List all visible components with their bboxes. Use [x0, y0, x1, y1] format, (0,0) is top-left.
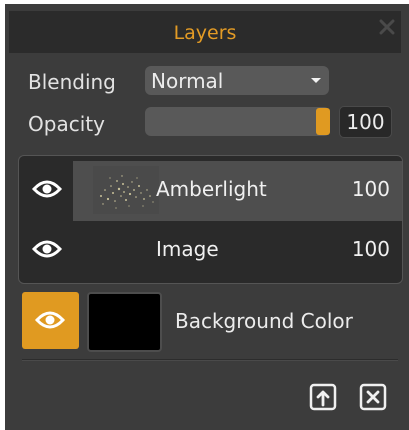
blending-value: Normal — [151, 69, 224, 93]
speckle-thumbnail — [93, 166, 159, 214]
opacity-slider[interactable] — [145, 107, 330, 136]
layers-list: Amberlight 100 Image 100 — [18, 155, 403, 284]
background-color-swatch[interactable] — [87, 292, 162, 352]
eye-icon[interactable] — [32, 238, 62, 260]
eye-icon[interactable] — [32, 178, 62, 200]
layer-row[interactable]: Image 100 — [19, 220, 402, 282]
layer-row[interactable]: Amberlight 100 — [19, 158, 402, 221]
background-color-label: Background Color — [175, 309, 353, 333]
delete-icon[interactable] — [359, 383, 387, 411]
blending-select[interactable]: Normal — [145, 66, 329, 95]
blending-label: Blending — [28, 70, 116, 94]
opacity-slider-thumb[interactable] — [316, 108, 330, 135]
layer-opacity: 100 — [351, 237, 390, 261]
export-icon[interactable] — [309, 383, 337, 411]
chevron-down-icon — [311, 78, 321, 83]
divider — [22, 359, 398, 361]
layer-opacity: 100 — [351, 177, 390, 201]
close-icon[interactable] — [375, 15, 399, 39]
background-visibility-toggle[interactable] — [22, 292, 79, 349]
panel-titlebar: Layers — [9, 11, 401, 53]
layer-name: Amberlight — [156, 177, 267, 201]
panel-title: Layers — [173, 22, 237, 44]
eye-icon — [35, 311, 65, 329]
opacity-value-field[interactable]: 100 — [339, 106, 392, 138]
layer-name: Image — [156, 237, 219, 261]
opacity-label: Opacity — [28, 112, 105, 136]
